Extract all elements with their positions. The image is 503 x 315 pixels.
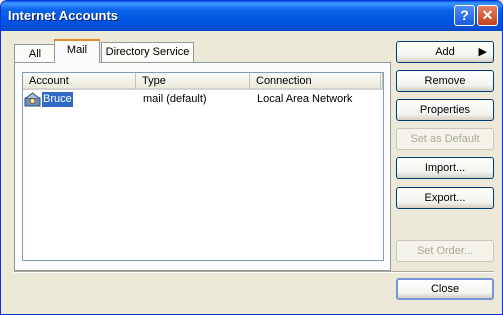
- tab-all[interactable]: All: [14, 44, 56, 63]
- column-header-connection[interactable]: Connection: [250, 73, 381, 90]
- bottom-separator: [14, 271, 494, 273]
- properties-button[interactable]: Properties: [396, 99, 494, 121]
- tab-all-label: All: [28, 48, 42, 60]
- mail-account-icon: [24, 92, 42, 107]
- question-mark-icon: ?: [460, 7, 469, 23]
- column-header-connection-label: Connection: [256, 75, 312, 87]
- add-button-label: Add: [435, 46, 455, 58]
- column-header-account-label: Account: [29, 75, 69, 87]
- account-type: mail (default): [143, 93, 207, 105]
- import-button-label: Import...: [424, 162, 466, 174]
- remove-button-label: Remove: [424, 75, 466, 87]
- close-button[interactable]: Close: [396, 278, 494, 300]
- close-button-label: Close: [430, 283, 460, 295]
- import-button[interactable]: Import...: [396, 157, 494, 179]
- set-order-button-label: Set Order...: [416, 245, 474, 257]
- remove-button[interactable]: Remove: [396, 70, 494, 92]
- tab-directory-service[interactable]: Directory Service: [101, 42, 194, 63]
- set-order-button[interactable]: Set Order...: [396, 240, 494, 262]
- tab-mail[interactable]: Mail: [54, 39, 100, 63]
- internet-accounts-window: Internet Accounts ? ✕ All Mail Directory…: [0, 0, 503, 315]
- arrow-right-icon: ▶: [478, 46, 487, 58]
- properties-button-label: Properties: [419, 104, 471, 116]
- account-name: Bruce: [42, 92, 73, 107]
- accounts-list[interactable]: Account Type Connection Bruce mail (defa…: [22, 72, 384, 261]
- account-connection: Local Area Network: [257, 93, 353, 105]
- column-header-type[interactable]: Type: [136, 73, 250, 90]
- column-header-filler: [381, 73, 383, 90]
- set-as-default-button[interactable]: Set as Default: [396, 128, 494, 150]
- export-button-label: Export...: [424, 192, 466, 204]
- close-window-button[interactable]: ✕: [477, 5, 498, 26]
- set-as-default-button-label: Set as Default: [410, 133, 480, 145]
- add-button[interactable]: Add ▶: [396, 41, 494, 63]
- export-button[interactable]: Export...: [396, 187, 494, 209]
- tab-mail-label: Mail: [66, 44, 88, 56]
- tab-directory-service-label: Directory Service: [105, 46, 190, 58]
- title-bar[interactable]: Internet Accounts ? ✕: [1, 1, 502, 31]
- column-header-type-label: Type: [142, 75, 166, 87]
- window-title: Internet Accounts: [8, 8, 119, 23]
- help-button[interactable]: ?: [454, 5, 475, 26]
- close-icon: ✕: [481, 7, 494, 23]
- column-header-account[interactable]: Account: [23, 73, 136, 90]
